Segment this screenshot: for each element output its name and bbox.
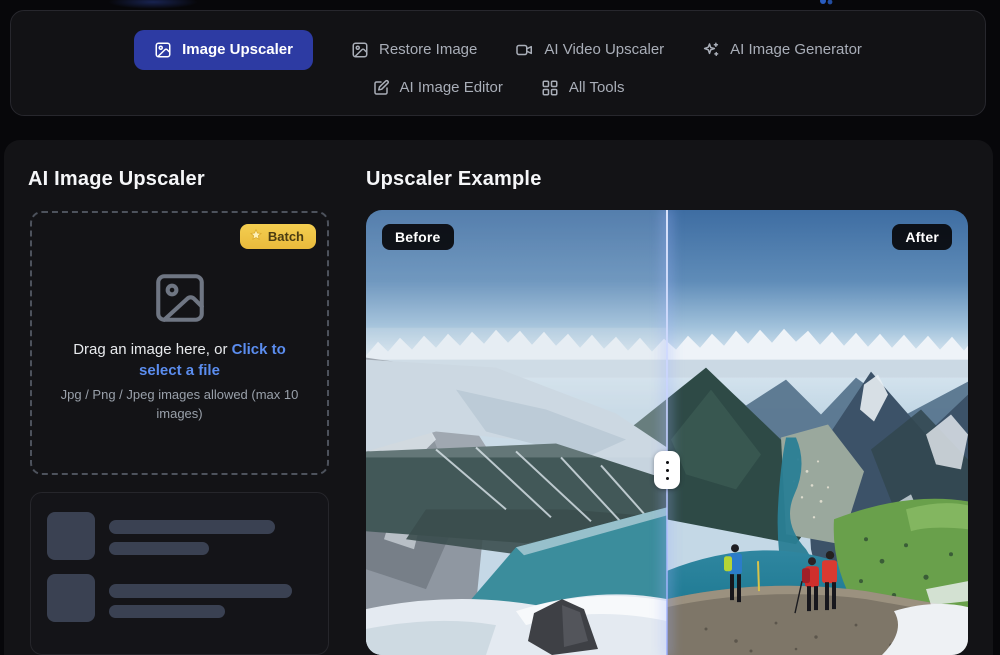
example-title: Upscaler Example (366, 168, 542, 190)
nav-tab-ai-image-editor[interactable]: AI Image Editor (372, 79, 503, 97)
batch-label: Batch (267, 229, 304, 244)
after-badge: After (892, 224, 952, 250)
image-placeholder-icon (151, 269, 209, 332)
nav-tab-image-upscaler[interactable]: Image Upscaler (134, 29, 313, 70)
handle-dot (665, 476, 669, 480)
drag-instruction-prefix: Drag an image here, or (73, 341, 232, 358)
edit-icon (372, 79, 390, 97)
handle-dot (665, 468, 669, 472)
nav-tab-ai-image-generator[interactable]: AI Image Generator (702, 41, 862, 59)
image-icon (154, 41, 172, 59)
top-navigation: Image Upscaler Restore Image AI Video Up… (10, 10, 986, 116)
nav-row-1: Image Upscaler Restore Image AI Video Up… (134, 29, 862, 70)
nav-tab-label: Image Upscaler (182, 41, 293, 58)
skeleton-card (30, 492, 329, 655)
restore-image-icon (351, 41, 369, 59)
video-icon (515, 41, 534, 59)
nav-tab-all-tools[interactable]: All Tools (541, 79, 625, 97)
nav-tab-label: All Tools (568, 79, 625, 96)
drag-instruction: Drag an image here, or Click to select a… (55, 339, 305, 381)
allowed-formats-note: Jpg / Png / Jpeg images allowed (max 10 … (60, 387, 299, 421)
top-left-glow (108, 0, 198, 9)
handle-dot (665, 460, 669, 464)
grid-icon (541, 79, 559, 97)
comparison-drag-handle[interactable] (654, 451, 680, 489)
nav-tab-restore-image[interactable]: Restore Image (351, 41, 477, 59)
comparison-divider (666, 210, 668, 655)
skeleton-line (109, 520, 275, 534)
nav-tab-label: AI Image Generator (730, 41, 862, 58)
nav-tab-label: Restore Image (378, 41, 478, 58)
sparkles-icon (702, 41, 720, 59)
before-badge: Before (382, 224, 454, 250)
skeleton-thumbnail (47, 512, 95, 560)
nav-tab-ai-video-upscaler[interactable]: AI Video Upscaler (515, 41, 664, 59)
nav-tab-label: AI Image Editor (399, 79, 503, 96)
skeleton-line (109, 542, 209, 555)
nav-tab-label: AI Video Upscaler (544, 41, 665, 58)
skeleton-line (109, 605, 225, 618)
skeleton-thumbnail (47, 574, 95, 622)
uploader-title: AI Image Upscaler (28, 168, 205, 190)
skeleton-line (109, 584, 292, 598)
star-icon (249, 228, 263, 245)
batch-badge[interactable]: Batch (239, 224, 316, 249)
nav-row-2: AI Image Editor All Tools (372, 79, 625, 97)
upload-dropzone[interactable]: Batch Drag an image here, or Click to se… (30, 211, 329, 475)
before-after-comparison: Before After (366, 210, 968, 655)
